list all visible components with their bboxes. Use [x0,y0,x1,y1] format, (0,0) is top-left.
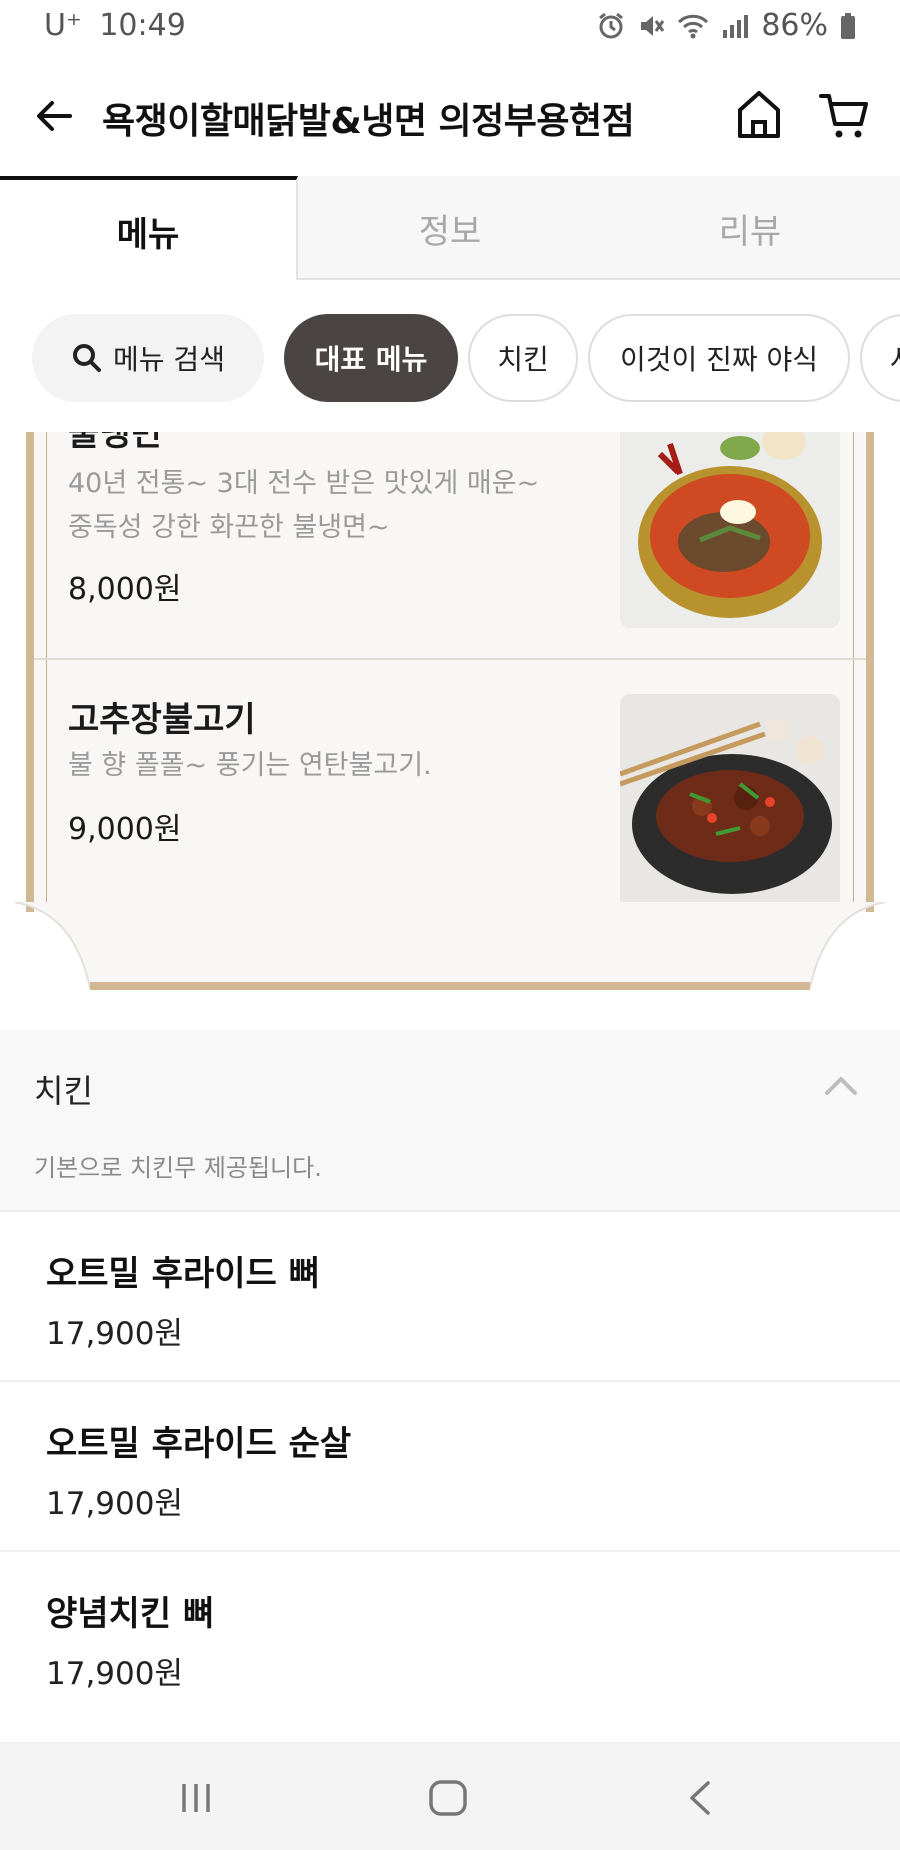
wifi-icon [678,14,709,38]
tab-menu[interactable]: 메뉴 [0,176,298,282]
featured-item-name: 고추장불고기 [68,700,256,740]
store-title: 욕쟁이할매닭발&냉면 의정부용현점 [102,101,635,142]
search-icon [73,344,102,372]
featured-item[interactable]: 고추장불고기 불 향 폴폴~ 풍기는 연탄불고기. 9,000원 [34,660,866,912]
signature-menu-board: 물냉면 40년 전통~ 3대 전수 받은 맛있게 매운~ 중독성 강한 화끈한 … [0,432,900,1030]
system-nav-bar [0,1744,900,1850]
store-tabs: 메뉴 정보 리뷰 [0,176,900,282]
chip-signature-menu[interactable]: 대표 메뉴 [284,314,458,402]
menu-search-chip[interactable]: 메뉴 검색 [32,314,264,402]
signal-icon [723,14,749,38]
description-line: 중독성 강한 화끈한 불냉면~ [68,512,390,543]
tab-reviews[interactable]: 리뷰 [600,176,900,280]
description-line: 40년 전통~ 3대 전수 받은 맛있게 매운~ [68,468,540,499]
category-section-chicken[interactable]: 치킨 기본으로 치킨무 제공됩니다. [0,1030,900,1212]
menu-item-name: 오트밀 후라이드 뼈 [46,1254,320,1294]
category-chips: 메뉴 검색 대표 메뉴 치킨 이것이 진짜 야식 사 [0,280,900,432]
home-icon[interactable] [734,86,784,142]
description-line: 불 향 폴폴~ 풍기는 연탄불고기. [68,750,432,781]
back-arrow-icon[interactable] [30,92,78,140]
section-description: 기본으로 치킨무 제공됩니다. [34,1154,322,1182]
featured-item-price: 8,000원 [68,572,182,607]
mute-icon [641,15,665,36]
spicy-cold-noodles-photo [620,432,840,628]
featured-item-description: 불 향 폴폴~ 풍기는 연탄불고기. [68,744,608,788]
chip-next-partial[interactable]: 사 [860,314,900,402]
back-button-icon[interactable] [686,1780,714,1816]
cart-icon[interactable] [818,88,872,142]
status-icons: 86% [597,8,856,43]
board-frame-bottom [14,902,886,990]
app-header: 욕쟁이할매닭발&냉면 의정부용현점 [0,52,900,176]
menu-search-label: 메뉴 검색 [113,343,225,376]
menu-item-price: 17,900원 [46,1656,183,1692]
chip-late-night[interactable]: 이것이 진짜 야식 [588,314,850,402]
battery-percent: 86% [761,8,828,43]
menu-item[interactable]: 양념치킨 뼈 17,900원 [0,1552,900,1744]
featured-item[interactable]: 물냉면 40년 전통~ 3대 전수 받은 맛있게 매운~ 중독성 강한 화끈한 … [34,432,866,658]
featured-item-name: 물냉면 [68,432,162,454]
menu-item-name: 양념치킨 뼈 [46,1594,215,1634]
menu-item[interactable]: 오트밀 후라이드 뼈 17,900원 [0,1212,900,1382]
recent-apps-icon[interactable] [178,1780,214,1816]
tab-info[interactable]: 정보 [300,176,600,280]
chip-chicken[interactable]: 치킨 [468,314,578,402]
battery-icon [841,12,855,39]
featured-item-price: 9,000원 [68,812,182,847]
chevron-up-icon[interactable] [824,1074,858,1096]
menu-item[interactable]: 오트밀 후라이드 순살 17,900원 [0,1382,900,1552]
carrier-label: U⁺ 10:49 [44,8,186,43]
menu-item-name: 오트밀 후라이드 순살 [46,1424,352,1464]
featured-item-description: 40년 전통~ 3대 전수 받은 맛있게 매운~ 중독성 강한 화끈한 불냉면~ [68,462,608,550]
section-title: 치킨 [34,1072,93,1110]
home-button-icon[interactable] [428,1780,468,1816]
carrier-name: U⁺ [44,8,82,43]
gochujang-bulgogi-photo [620,694,840,912]
menu-item-price: 17,900원 [46,1486,183,1522]
status-time: 10:49 [99,8,186,43]
menu-item-price: 17,900원 [46,1316,183,1352]
alarm-icon [599,12,624,38]
status-bar: U⁺ 10:49 86% [0,0,900,52]
